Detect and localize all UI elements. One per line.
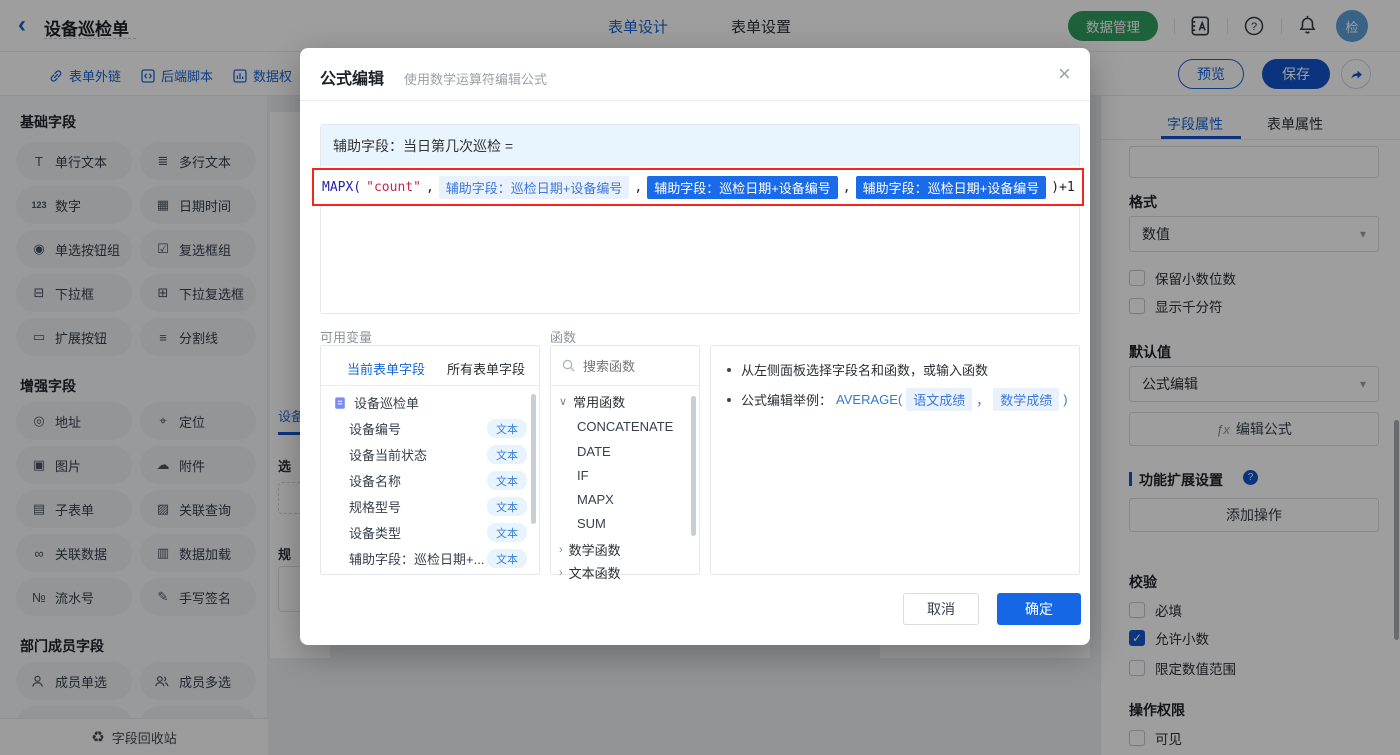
- variable-name: 设备类型: [349, 523, 487, 542]
- function-token[interactable]: MAPX(: [322, 180, 361, 195]
- confirm-button[interactable]: 确定: [997, 593, 1081, 625]
- variable-row[interactable]: 设备名称文本: [349, 471, 527, 490]
- tab-all-form-fields[interactable]: 所有表单字段: [447, 359, 525, 378]
- function-item-concatenate[interactable]: CONCATENATE: [577, 419, 673, 434]
- formula-target-label: 辅助字段：当日第几次巡检 =: [333, 136, 513, 156]
- chevron-expanded-icon: ∨: [559, 395, 567, 408]
- suffix-token[interactable]: )+1: [1051, 180, 1074, 195]
- comma-token: ,: [426, 180, 434, 195]
- function-group-math[interactable]: › 数学函数: [559, 540, 621, 559]
- tip-example-chip: 语文成绩: [906, 388, 972, 411]
- string-token[interactable]: "count": [366, 180, 421, 195]
- modal-subtitle: 使用数学运算符编辑公式: [404, 69, 547, 88]
- function-item-if[interactable]: IF: [577, 468, 589, 483]
- tips-panel: 从左侧面板选择字段名和函数，或输入函数 公式编辑举例： AVERAGE( 语文成…: [710, 345, 1080, 575]
- formula-line-annotation[interactable]: MAPX( "count", 辅助字段：巡检日期+设备编号 , 辅助字段：巡检日期…: [312, 168, 1084, 206]
- tab-current-form-fields[interactable]: 当前表单字段: [347, 359, 425, 378]
- function-item-date[interactable]: DATE: [577, 444, 611, 459]
- functions-scrollbar[interactable]: [691, 396, 696, 536]
- variable-row[interactable]: 辅助字段：巡检日期+...文本: [349, 549, 527, 568]
- variable-name: 设备编号: [349, 419, 487, 438]
- chevron-collapsed-icon: ›: [559, 544, 563, 556]
- close-icon[interactable]: ×: [1058, 63, 1071, 85]
- function-group-text[interactable]: › 文本函数: [559, 563, 621, 582]
- tip-example-prefix: 公式编辑举例：: [741, 390, 832, 409]
- comma-token: ,: [843, 180, 851, 195]
- function-item-mapx[interactable]: MAPX: [577, 492, 614, 507]
- variables-panel: 当前表单字段 所有表单字段 设备巡检单 设备编号文本 设备当前状态文本 设备名称…: [320, 345, 540, 575]
- type-badge: 文本: [487, 523, 527, 542]
- field-chip-selected[interactable]: 辅助字段：巡检日期+设备编号: [647, 176, 838, 199]
- tip-line-example: 公式编辑举例： AVERAGE( 语文成绩 ， 数学成绩 ): [727, 388, 1068, 411]
- type-badge: 文本: [487, 471, 527, 490]
- tip-text: 从左侧面板选择字段名和函数，或输入函数: [741, 360, 988, 379]
- form-tree-root-label: 设备巡检单: [354, 393, 419, 412]
- variables-scrollbar[interactable]: [531, 394, 536, 524]
- function-group-label: 文本函数: [569, 563, 621, 582]
- variables-label: 可用变量: [320, 327, 372, 346]
- field-chip[interactable]: 辅助字段：巡检日期+设备编号: [439, 176, 630, 199]
- variable-name: 设备当前状态: [349, 445, 487, 464]
- search-icon: [561, 358, 576, 373]
- type-badge: 文本: [487, 549, 527, 568]
- modal-title: 公式编辑: [320, 65, 384, 89]
- comma-token: ,: [634, 180, 642, 195]
- cancel-button[interactable]: 取消: [903, 593, 979, 625]
- variable-row[interactable]: 规格型号文本: [349, 497, 527, 516]
- variable-row[interactable]: 设备类型文本: [349, 523, 527, 542]
- search-divider: [551, 385, 699, 386]
- formula-editor[interactable]: 辅助字段：当日第几次巡检 =: [320, 124, 1080, 314]
- formula-edit-modal: 公式编辑 使用数学运算符编辑公式 × 辅助字段：当日第几次巡检 = MAPX( "…: [300, 48, 1090, 645]
- variable-name: 设备名称: [349, 471, 487, 490]
- bullet-icon: [727, 398, 731, 402]
- function-group-label: 数学函数: [569, 540, 621, 559]
- formula-target-bar: 辅助字段：当日第几次巡检 =: [321, 125, 1079, 166]
- functions-panel: ∨ 常用函数 CONCATENATE DATE IF MAPX SUM › 数学…: [550, 345, 700, 575]
- tip-example-function: AVERAGE(: [836, 392, 902, 407]
- variables-tabs-divider: [321, 385, 539, 386]
- type-badge: 文本: [487, 497, 527, 516]
- variable-row[interactable]: 设备当前状态文本: [349, 445, 527, 464]
- tip-example-close: ): [1063, 392, 1067, 407]
- chevron-collapsed-icon: ›: [559, 567, 563, 579]
- function-item-sum[interactable]: SUM: [577, 516, 606, 531]
- type-badge: 文本: [487, 445, 527, 464]
- field-chip-selected[interactable]: 辅助字段：巡检日期+设备编号: [856, 176, 1047, 199]
- tip-example-chip: 数学成绩: [993, 388, 1059, 411]
- function-group-common[interactable]: ∨ 常用函数: [559, 392, 625, 411]
- type-badge: 文本: [487, 419, 527, 438]
- tip-line: 从左侧面板选择字段名和函数，或输入函数: [727, 360, 988, 379]
- functions-label: 函数: [550, 327, 576, 346]
- variable-name: 规格型号: [349, 497, 487, 516]
- variable-name: 辅助字段：巡检日期+...: [349, 549, 487, 568]
- tip-example-separator: ，: [976, 390, 989, 409]
- form-doc-icon: [333, 396, 347, 410]
- modal-header-divider: [300, 100, 1090, 101]
- form-tree-root[interactable]: 设备巡检单: [333, 393, 419, 412]
- function-group-label: 常用函数: [573, 392, 625, 411]
- bullet-icon: [727, 368, 731, 372]
- variable-row[interactable]: 设备编号文本: [349, 419, 527, 438]
- function-search-input[interactable]: [581, 352, 693, 380]
